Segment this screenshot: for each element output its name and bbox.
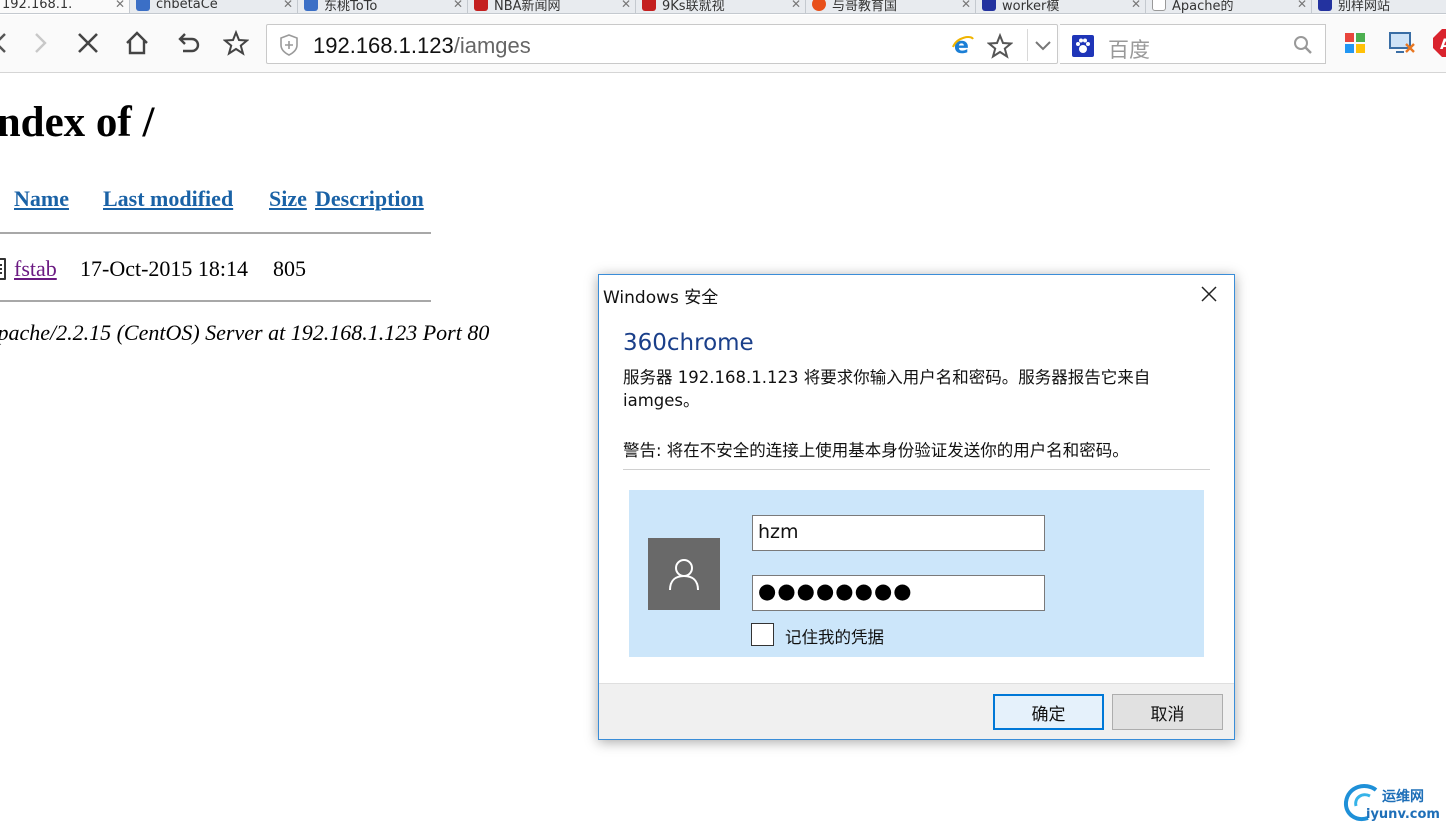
windows-security-dialog: Windows 安全 360chrome 服务器 192.168.1.123 将… [598,274,1235,740]
user-avatar [648,538,720,610]
url-text[interactable]: 192.168.1.123/iamges [313,33,531,59]
footer-rule [0,300,431,302]
tab-title: Apache的 [1172,0,1234,14]
security-shield-icon[interactable] [279,34,299,56]
tab-6[interactable]: 与哥教育国 ✕ [806,0,976,14]
adblock-icon[interactable]: A [1432,28,1446,58]
tab-title: 192.168.1. [2,0,73,12]
cancel-button[interactable]: 取消 [1112,694,1223,730]
dialog-divider [623,469,1210,470]
dialog-message: 服务器 192.168.1.123 将要求你输入用户名和密码。服务器报告它来自 … [623,368,1151,410]
tab-title: chbetaCe [156,0,218,12]
dialog-warning: 警告: 将在不安全的连接上使用基本身份验证发送你的用户名和密码。 [623,441,1129,460]
tab-2[interactable]: chbetaCe ✕ [130,0,298,13]
tab-title: NBA新闻网 [494,0,561,14]
tab-directory-listing[interactable]: 192.168.1. ✕ [0,0,130,13]
credential-panel: hzm ●●●●●●●● 记住我的凭据 [629,490,1204,657]
tab-close-icon[interactable]: ✕ [1131,0,1141,11]
sort-by-description-link[interactable]: Description [315,186,424,212]
search-box[interactable]: 百度 [1060,24,1326,64]
url-host: 192.168.1.123 [313,33,454,58]
ok-button[interactable]: 确定 [993,694,1104,730]
watermark-name: 运维网 [1382,789,1424,805]
site-watermark: 运维网 iyunv.com [1342,782,1446,826]
tab-favicon-icon [304,0,318,11]
dialog-app-name: 360chrome [623,330,754,356]
tab-strip: 192.168.1. ✕ chbetaCe ✕ 东桃ToTo ✕ NBA新闻网 … [0,0,1446,14]
tab-favicon-icon [474,0,488,11]
text-file-icon [0,258,6,280]
watermark-url: iyunv.com [1366,807,1440,822]
home-button[interactable] [122,28,152,58]
tab-close-icon[interactable]: ✕ [621,0,631,11]
tab-9[interactable]: 别样网站 [1312,0,1446,14]
page-heading: Index of / [0,99,155,146]
tab-favicon-icon [812,0,826,11]
sort-by-last-modified-link[interactable]: Last modified [103,186,233,212]
ie-compat-icon[interactable]: e [951,33,975,57]
tab-close-icon[interactable]: ✕ [791,0,801,11]
home-icon [126,31,148,55]
address-bar[interactable]: 192.168.1.123/iamges e [266,24,1058,64]
bookmark-star-icon[interactable] [987,33,1013,59]
tab-7[interactable]: worker模 ✕ [976,0,1146,14]
remember-credentials-label: 记住我的凭据 [785,628,884,647]
stop-button[interactable] [73,28,103,58]
close-icon [1201,286,1217,302]
tab-favicon-icon [642,0,656,11]
back-arrow-icon [0,33,6,53]
tab-favicon-icon [1318,0,1332,11]
stop-x-icon [78,33,98,53]
tab-favicon-icon [982,0,996,11]
username-field[interactable]: hzm [752,515,1045,551]
undo-icon [178,33,200,53]
tab-favicon-icon [1152,0,1166,11]
file-last-modified: 17-Oct-2015 18:14 [80,256,249,281]
svg-text:A: A [1440,37,1446,53]
file-size: 805 [273,256,306,281]
tab-5[interactable]: 9Ks联就视 ✕ [636,0,806,14]
tab-4[interactable]: NBA新闻网 ✕ [468,0,636,14]
tab-title: 东桃ToTo [324,0,378,14]
search-placeholder[interactable]: 百度 [1108,34,1150,64]
search-icon[interactable] [1292,34,1314,56]
server-signature: Apache/2.2.15 (CentOS) Server at 192.168… [0,320,490,345]
star-icon [223,30,249,56]
tab-title: 别样网站 [1338,0,1391,14]
sort-by-name-link[interactable]: Name [14,186,69,212]
tab-title: 9Ks联就视 [662,0,725,14]
baidu-paw-icon [1072,35,1094,57]
app-grid-icon[interactable] [1344,32,1366,54]
tab-close-icon[interactable]: ✕ [283,0,293,11]
tab-close-icon[interactable]: ✕ [115,0,125,11]
dialog-close-button[interactable] [1195,281,1223,307]
tab-close-icon[interactable]: ✕ [1297,0,1307,11]
dialog-title: Windows 安全 [603,288,719,308]
url-path: /iamges [453,33,531,58]
chevron-down-icon[interactable] [1033,35,1053,55]
password-field[interactable]: ●●●●●●●● [752,575,1045,611]
back-button[interactable] [0,28,16,58]
tab-8[interactable]: Apache的 ✕ [1146,0,1312,14]
remember-credentials-checkbox[interactable] [751,623,774,646]
header-rule [0,232,431,234]
tab-favicon-icon [136,0,150,11]
forward-button[interactable] [25,28,55,58]
file-link-fstab[interactable]: fstab [14,256,57,282]
browser-toolbar: 192.168.1.123/iamges e 百度 A [0,15,1446,73]
dialog-footer: 确定 取消 [599,683,1234,739]
address-divider [1027,29,1028,61]
tab-close-icon[interactable]: ✕ [453,0,463,11]
tab-title: 与哥教育国 [832,0,898,14]
favorites-button[interactable] [221,28,251,58]
forward-arrow-icon [35,33,47,53]
screenshot-tool-icon[interactable] [1388,30,1416,56]
undo-close-button[interactable] [172,28,202,58]
sort-by-size-link[interactable]: Size [269,186,307,212]
tab-3[interactable]: 东桃ToTo ✕ [298,0,468,14]
tab-close-icon[interactable]: ✕ [961,0,971,11]
tab-title: worker模 [1002,0,1060,14]
user-icon [669,559,699,591]
